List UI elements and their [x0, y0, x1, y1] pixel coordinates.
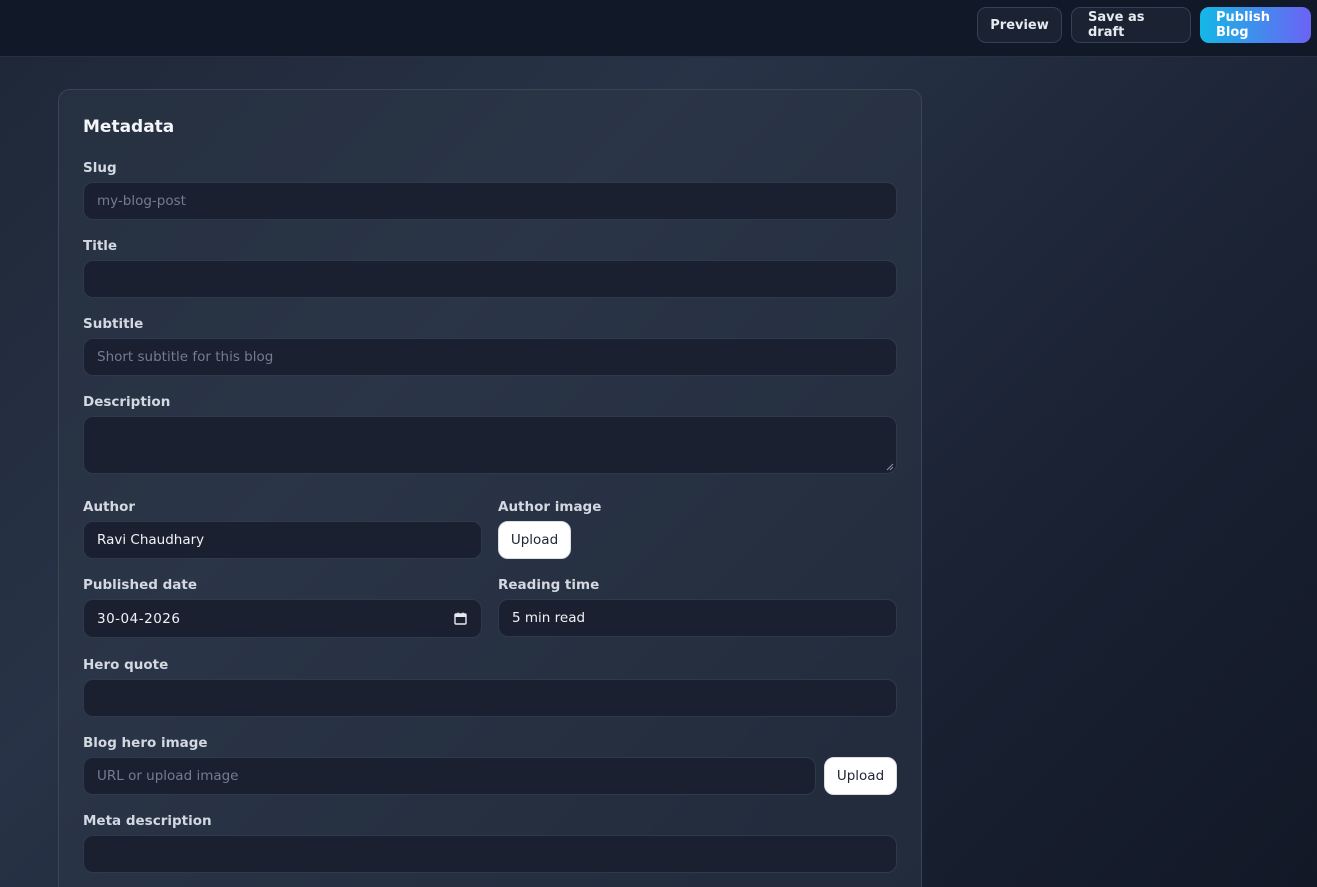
meta-description-input[interactable] [83, 835, 897, 873]
description-textarea[interactable] [83, 416, 897, 474]
slug-input[interactable]: my-blog-post [83, 182, 897, 220]
resize-handle-icon[interactable] [886, 463, 894, 471]
slug-label: Slug [83, 160, 117, 176]
preview-button[interactable]: Preview [977, 7, 1062, 43]
title-label: Title [83, 238, 118, 254]
slug-placeholder: my-blog-post [97, 193, 186, 209]
author-image-upload-button[interactable]: Upload [498, 521, 571, 559]
description-label: Description [83, 394, 171, 410]
reading-time-value: 5 min read [512, 610, 586, 626]
publish-blog-button[interactable]: Publish Blog [1200, 7, 1311, 43]
blog-hero-image-label: Blog hero image [83, 735, 208, 751]
top-bar: Preview Save as draft Publish Blog [0, 0, 1317, 57]
author-label: Author [83, 499, 136, 515]
save-draft-button[interactable]: Save as draft [1071, 7, 1191, 43]
author-value: Ravi Chaudhary [97, 532, 205, 548]
header-actions: Preview Save as draft Publish Blog [977, 7, 1311, 43]
reading-time-label: Reading time [498, 577, 600, 593]
published-date-input[interactable]: 30-04-2026 [83, 599, 482, 638]
panel-title: Metadata [83, 117, 175, 137]
published-date-label: Published date [83, 577, 197, 593]
reading-time-input[interactable]: 5 min read [498, 599, 897, 637]
subtitle-label: Subtitle [83, 316, 144, 332]
author-image-label: Author image [498, 499, 602, 515]
subtitle-placeholder: Short subtitle for this blog [97, 349, 274, 365]
calendar-icon[interactable] [454, 612, 467, 625]
meta-description-label: Meta description [83, 813, 212, 829]
author-input[interactable]: Ravi Chaudhary [83, 521, 482, 559]
title-input[interactable] [83, 260, 897, 298]
blog-hero-image-placeholder: URL or upload image [97, 768, 239, 784]
hero-quote-input[interactable] [83, 679, 897, 717]
hero-quote-label: Hero quote [83, 657, 169, 673]
blog-hero-image-upload-button[interactable]: Upload [824, 757, 897, 795]
published-date-value: 30-04-2026 [97, 610, 181, 627]
blog-hero-image-input[interactable]: URL or upload image [83, 757, 816, 795]
subtitle-input[interactable]: Short subtitle for this blog [83, 338, 897, 376]
